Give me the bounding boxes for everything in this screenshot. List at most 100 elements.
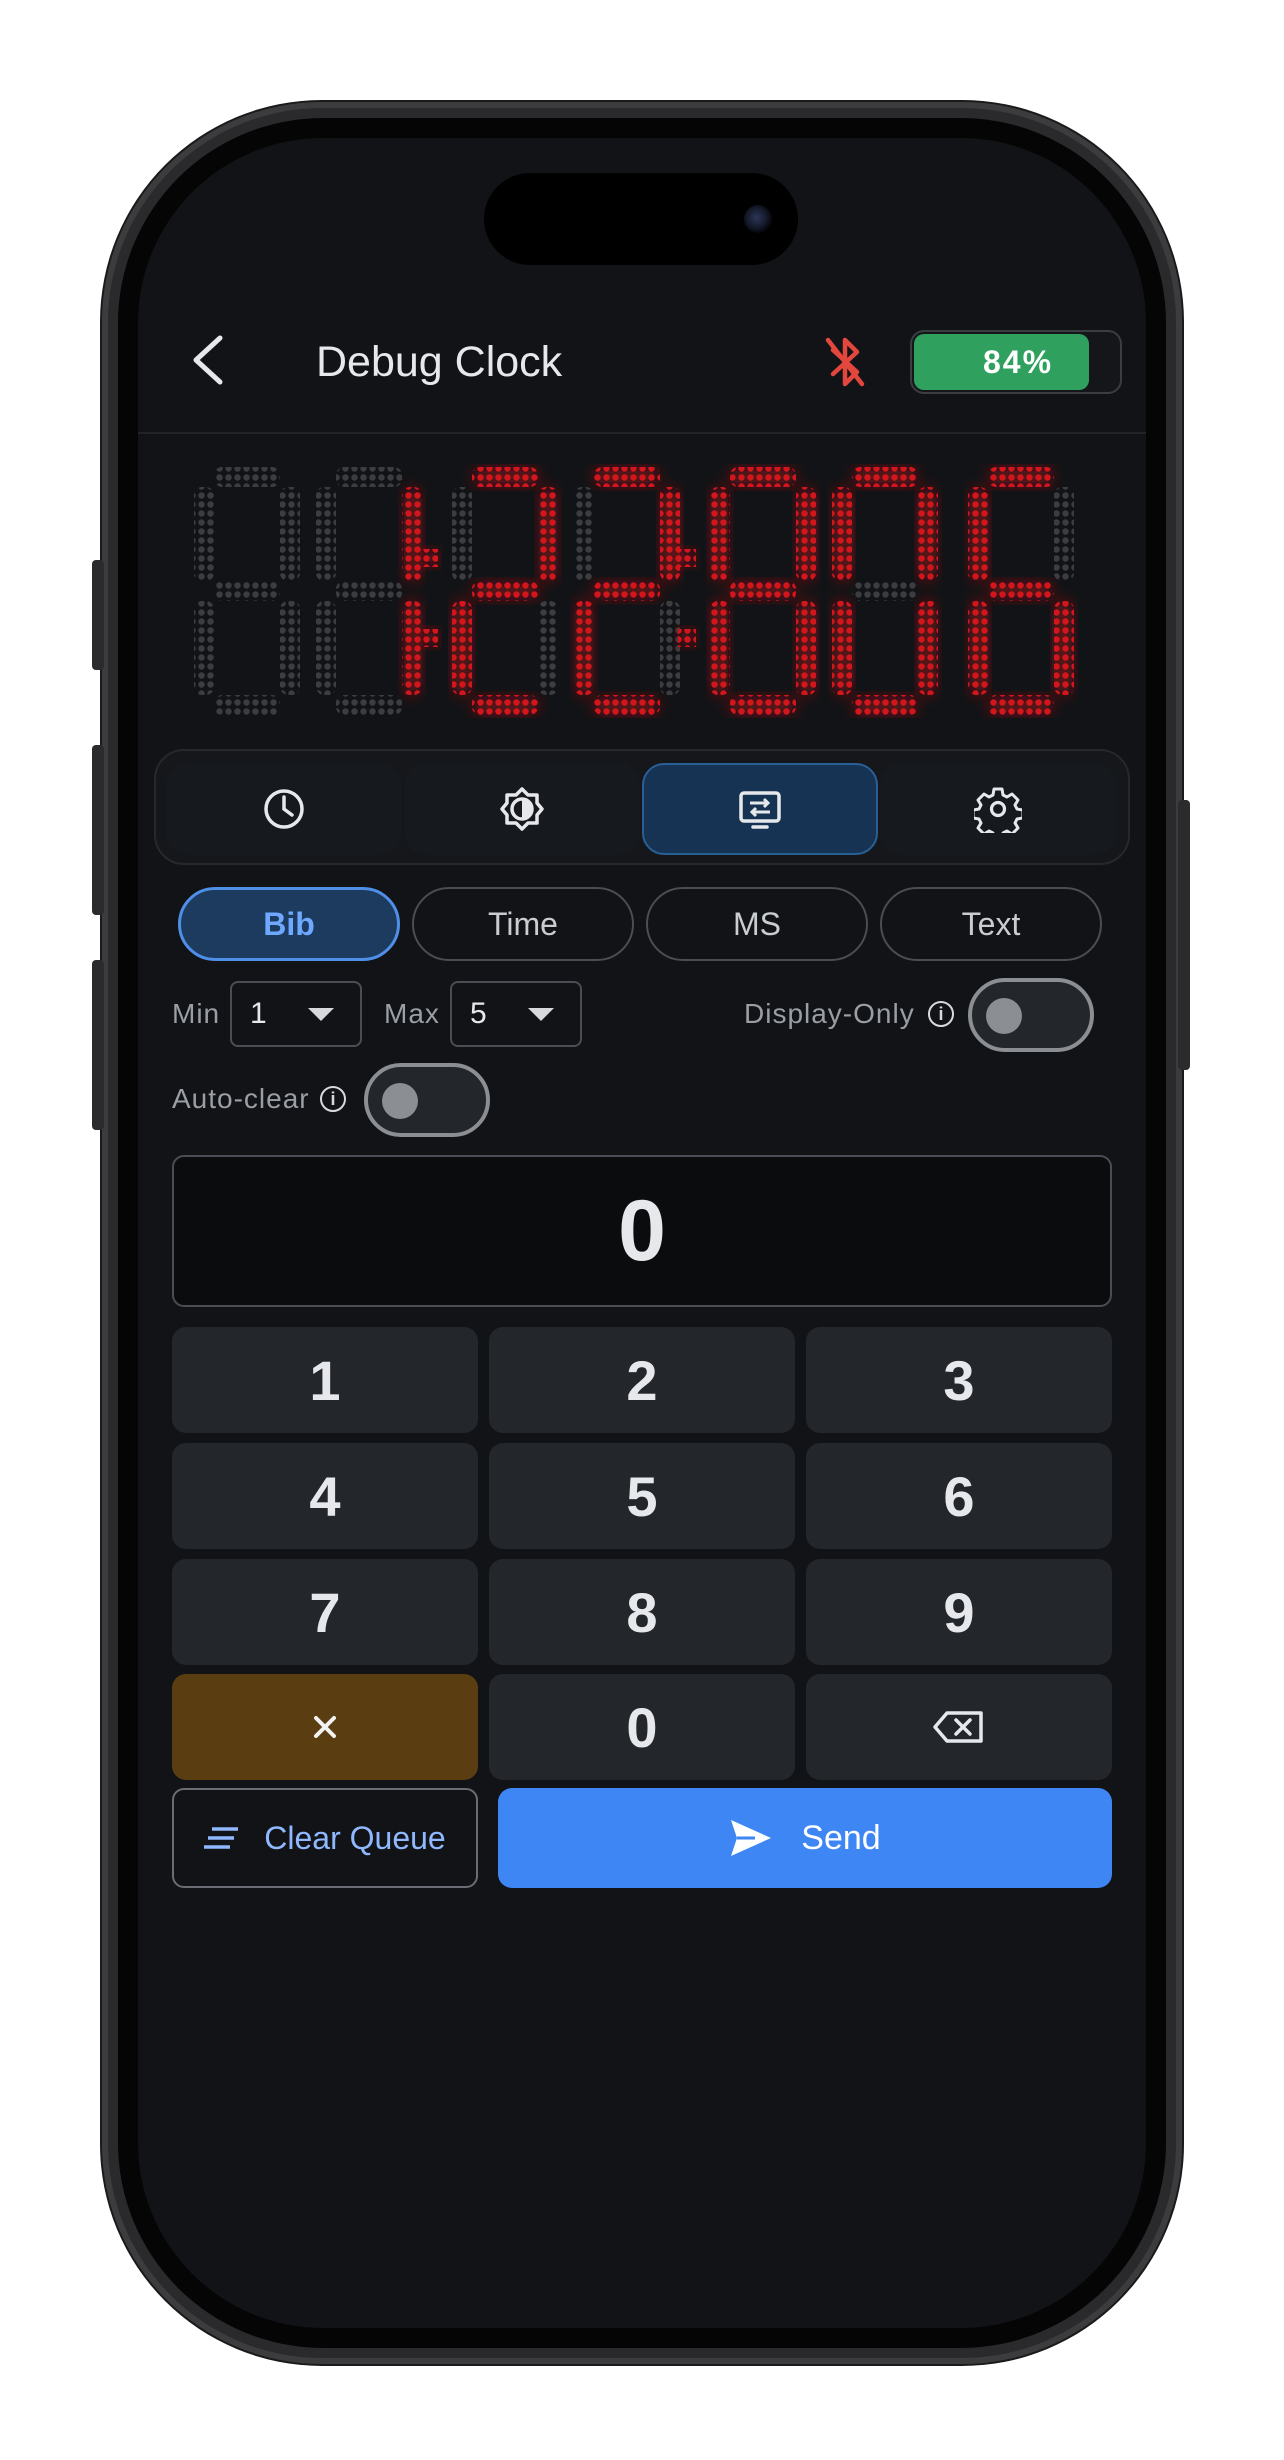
clear-queue-button[interactable]: Clear Queue [172,1788,478,1888]
clear-queue-label: Clear Queue [264,1819,446,1856]
info-icon[interactable]: i [320,1086,346,1112]
key-9[interactable]: 9 [806,1559,1112,1665]
led-segment [194,601,214,695]
backspace-icon [933,1711,983,1743]
led-segment [852,467,918,487]
led-digit [832,467,938,715]
led-segment [918,487,938,581]
key-2[interactable]: 2 [489,1327,795,1433]
key-backspace[interactable] [806,1674,1112,1780]
display-only-label: Display-Only [744,998,915,1029]
settings-icon [974,787,1022,833]
action-button [92,560,104,670]
battery-percent: 84% [982,344,1054,380]
key-7[interactable]: 7 [172,1559,478,1665]
mode-time[interactable]: Time [412,887,634,961]
chevron-down-icon [528,1008,554,1021]
led-segment [832,601,852,695]
led-segment [918,601,938,695]
led-segment [574,487,594,581]
min-select[interactable]: 1 [230,981,362,1047]
led-segment [660,487,680,581]
led-segment [594,695,660,715]
led-segment [402,601,422,695]
led-digit [710,467,816,715]
send-button[interactable]: Send [498,1788,1112,1888]
bib-entry-display: 0 [172,1155,1112,1307]
led-segment [472,467,538,487]
led-segment [988,467,1054,487]
led-segment [194,487,214,581]
tab-bib-input[interactable] [642,763,878,855]
key-3[interactable]: 3 [806,1327,1112,1433]
led-segment [472,695,538,715]
key-8[interactable]: 8 [489,1559,795,1665]
max-select[interactable]: 5 [450,981,582,1047]
key-4[interactable]: 4 [172,1443,478,1549]
clock-icon [264,789,304,829]
back-arrow-icon[interactable] [188,334,228,386]
led-segment [1054,601,1074,695]
led-segment [710,601,730,695]
led-digit [968,467,1074,715]
led-segment [402,487,422,581]
led-segment [214,695,280,715]
key-1[interactable]: 1 [172,1327,478,1433]
send-label: Send [801,1818,881,1857]
led-segment [796,601,816,695]
key-0[interactable]: 0 [489,1674,795,1780]
mode-text[interactable]: Text [880,887,1102,961]
toggle-knob [382,1083,418,1119]
led-segment [472,581,538,601]
led-segment [660,601,680,695]
mode-ms[interactable]: MS [646,887,868,961]
led-segment [730,695,796,715]
led-digit [316,467,422,715]
mode-bib[interactable]: Bib [178,887,400,961]
led-segment [336,695,402,715]
led-segment [316,487,336,581]
auto-clear-toggle[interactable] [364,1063,490,1137]
volume-up-button [92,745,104,915]
auto-clear-label: Auto-clear [172,1083,310,1114]
led-segment [730,467,796,487]
led-segment [594,467,660,487]
led-segment [538,601,558,695]
led-segment [988,695,1054,715]
bluetooth-disconnected-icon[interactable] [822,334,868,390]
info-icon[interactable]: i [928,1001,954,1027]
led-blank-digit [194,467,300,715]
key-6[interactable]: 6 [806,1443,1112,1549]
key-clear[interactable] [172,1674,478,1780]
min-value: 1 [250,997,267,1030]
led-colon-dot [420,629,438,647]
led-segment [452,601,472,695]
led-segment [796,487,816,581]
tab-clock[interactable] [166,763,402,855]
led-digit [574,467,680,715]
tab-settings[interactable] [880,763,1116,855]
key-5[interactable]: 5 [489,1443,795,1549]
power-button [1178,800,1190,1070]
volume-down-button [92,960,104,1130]
led-segment [316,601,336,695]
close-icon [314,1716,336,1738]
led-clock-display [194,467,1074,715]
tool-tab-bar [154,749,1130,865]
max-label: Max [384,998,440,1029]
app-screen: Debug Clock 84% Bib Time MS Text Min 1 M… [138,138,1146,2328]
led-segment [336,467,402,487]
led-segment [214,581,280,601]
led-segment [452,487,472,581]
input-bib-icon [739,791,781,829]
led-segment [1054,487,1074,581]
brightness-icon [500,787,544,831]
led-colon-dot [678,549,696,567]
led-colon-dot [420,549,438,567]
battery-indicator: 84% [910,330,1122,394]
tab-brightness[interactable] [404,763,640,855]
page-title: Debug Clock [316,338,563,386]
led-segment [832,487,852,581]
display-only-toggle[interactable] [968,978,1094,1052]
led-digit [452,467,558,715]
